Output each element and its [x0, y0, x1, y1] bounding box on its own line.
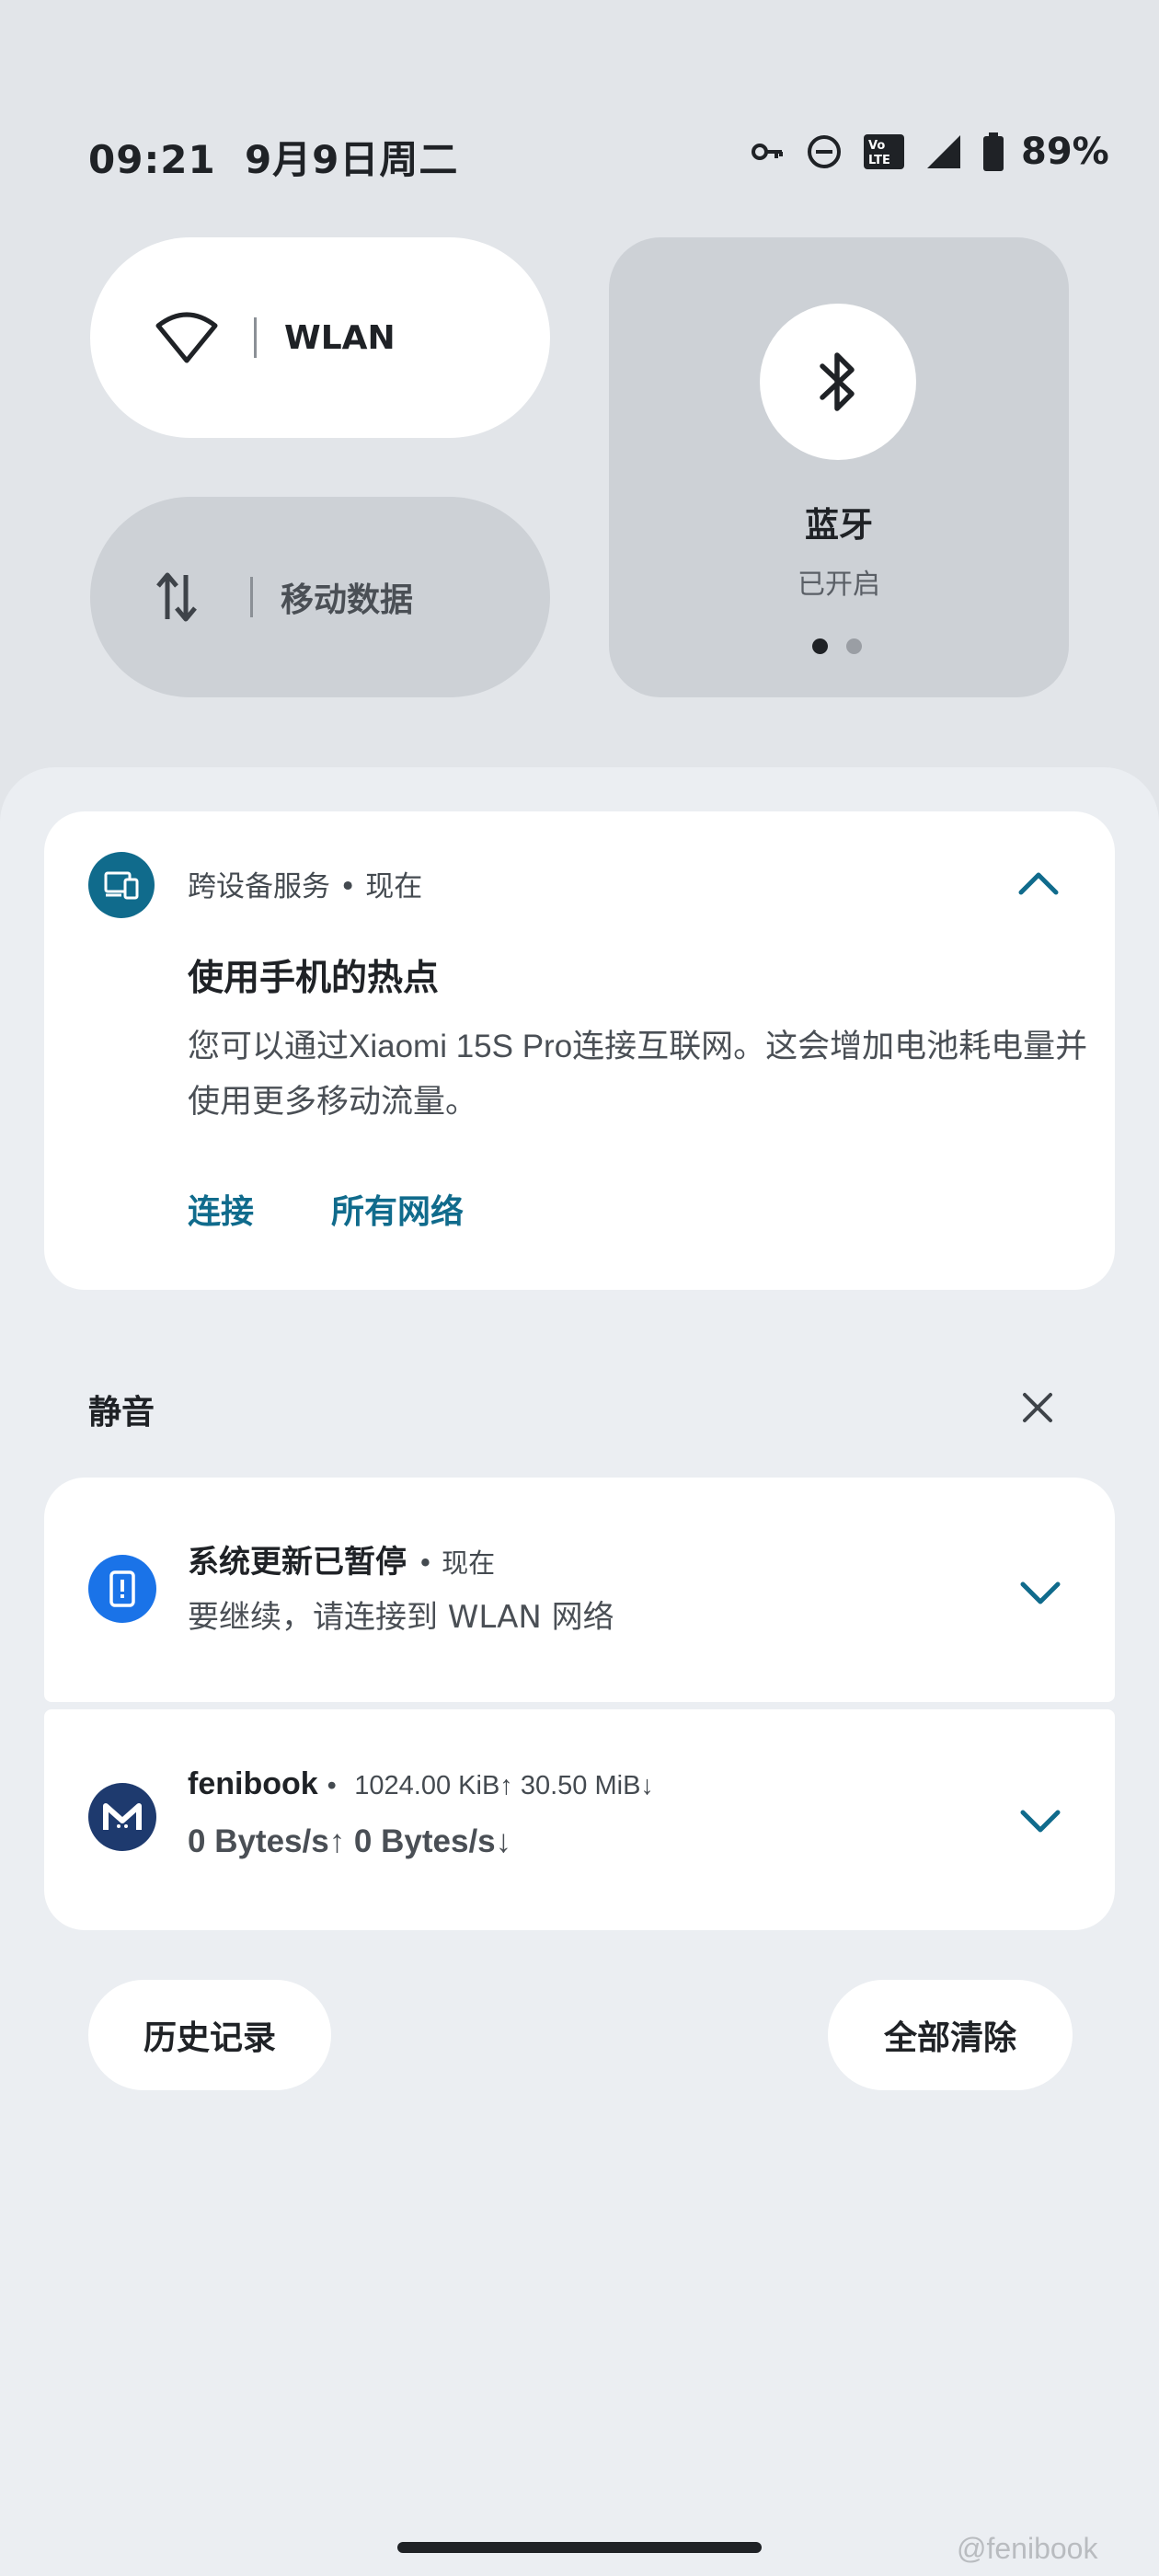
wlan-tile[interactable]: WLAN	[90, 237, 550, 438]
update-time: 现在	[442, 1547, 496, 1579]
expand-chevron-icon[interactable]	[1019, 1807, 1061, 1834]
expand-chevron-icon[interactable]	[1019, 1579, 1061, 1606]
vpn-key-icon	[752, 144, 783, 160]
fenibook-notification[interactable]: fenibook • 1024.00 KiB↑ 30.50 MiB↓ 0 Byte…	[44, 1709, 1115, 1930]
tile-divider	[250, 577, 253, 617]
mobile-data-tile[interactable]: 移动数据	[90, 497, 550, 697]
fenibook-title: fenibook	[188, 1766, 318, 1801]
fenibook-meta: 1024.00 KiB↑ 30.50 MiB↓	[354, 1771, 654, 1800]
mobile-data-label: 移动数据	[281, 581, 414, 619]
update-title: 系统更新已暂停	[188, 1544, 407, 1581]
cross-device-app-icon	[88, 852, 155, 918]
app-name: 跨设备服务	[188, 870, 330, 903]
svg-text:LTE: LTE	[868, 154, 890, 167]
hotspot-notification[interactable]: 跨设备服务 • 现在 使用手机的热点 您可以通过Xiaomi 15S Pro连接互联…	[44, 811, 1115, 1290]
wifi-icon	[155, 312, 218, 363]
notification-time: 现在	[365, 870, 423, 903]
fenibook-title-row: fenibook • 1024.00 KiB↑ 30.50 MiB↓	[188, 1766, 654, 1801]
update-body: 要继续，请连接到 WLAN 网络	[188, 1599, 614, 1636]
volte-icon: VoLTE	[864, 134, 904, 169]
bluetooth-label: 蓝牙	[805, 505, 873, 545]
history-button[interactable]: 历史记录	[88, 1980, 331, 2090]
system-update-notification[interactable]: 系统更新已暂停 • 现在 要继续，请连接到 WLAN 网络	[44, 1478, 1115, 1702]
close-icon[interactable]	[1019, 1389, 1056, 1426]
battery-icon	[983, 132, 1004, 171]
bluetooth-toggle[interactable]	[760, 304, 916, 460]
notification-title: 使用手机的热点	[188, 958, 440, 999]
signal-icon	[927, 135, 960, 168]
bluetooth-status: 已开启	[798, 569, 880, 601]
battery-percentage: 89%	[1021, 131, 1109, 173]
all-networks-action[interactable]: 所有网络	[331, 1185, 464, 1233]
svg-text:Vo: Vo	[868, 139, 885, 153]
status-bar-clock: 09:21 9月9日周二	[88, 129, 458, 185]
connect-action[interactable]: 连接	[188, 1185, 254, 1233]
collapse-chevron-icon[interactable]	[1017, 868, 1060, 896]
bluetooth-tile[interactable]: 蓝牙 已开启	[609, 237, 1069, 697]
page-dot	[846, 638, 862, 654]
silent-section-title: 静音	[88, 1394, 155, 1432]
home-indicator[interactable]	[397, 2542, 762, 2553]
mobile-data-icon	[156, 572, 197, 622]
clear-all-button[interactable]: 全部清除	[828, 1980, 1073, 2090]
watermark: @fenibook	[957, 2532, 1098, 2565]
tile-divider	[254, 317, 257, 358]
status-date: 9月9日周二	[244, 137, 459, 182]
update-title-row: 系统更新已暂停 • 现在	[188, 1544, 496, 1581]
notification-header: 跨设备服务 • 现在	[188, 870, 423, 903]
fenibook-body: 0 Bytes/s↑ 0 Bytes/s↓	[188, 1823, 512, 1859]
page-dot-active	[812, 638, 828, 654]
status-icons: Vo LTE 89%	[749, 131, 1109, 173]
system-update-app-icon	[88, 1555, 156, 1623]
wlan-label: WLAN	[284, 318, 396, 357]
status-time: 09:21	[88, 137, 216, 182]
notification-body: 您可以通过Xiaomi 15S Pro连接互联网。这会增加电池耗电量并使用更多移…	[188, 1029, 1088, 1120]
bluetooth-icon	[820, 352, 855, 411]
do-not-disturb-icon	[808, 135, 841, 168]
fenibook-app-icon	[88, 1783, 156, 1851]
